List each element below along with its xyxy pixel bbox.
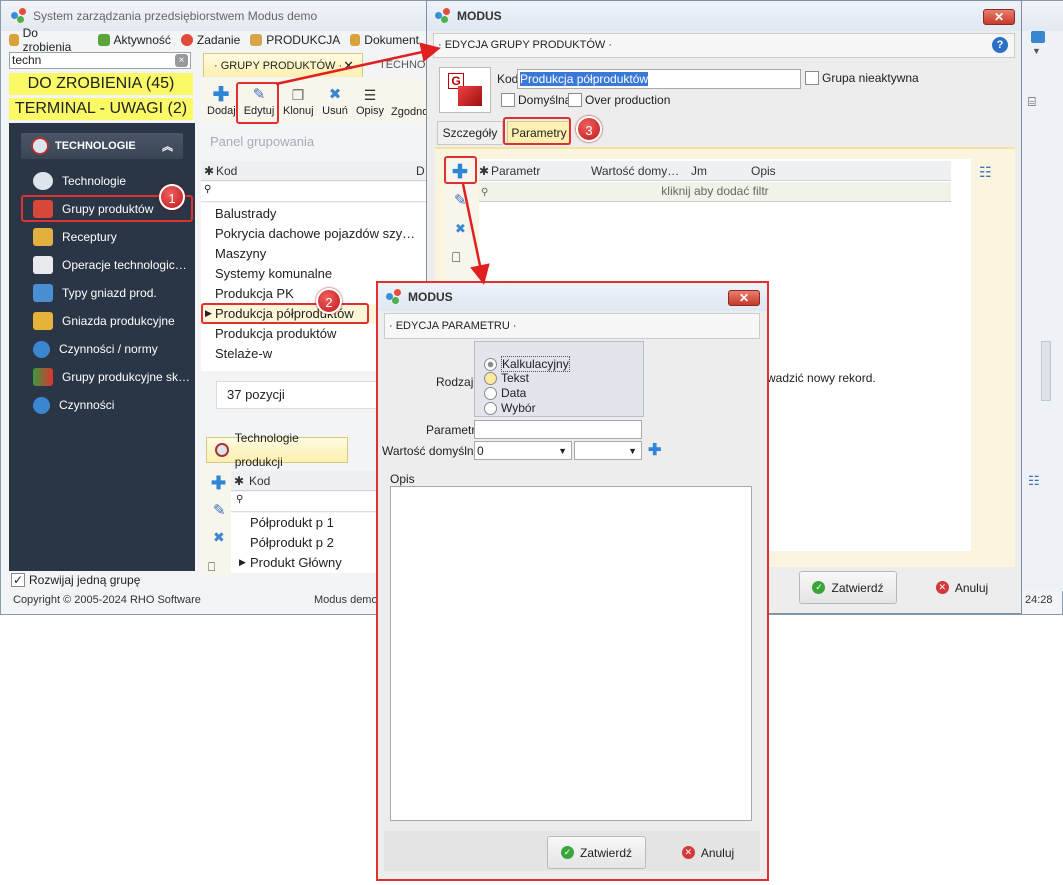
arrows-overlay xyxy=(275,42,490,285)
callout-1: 1 xyxy=(159,184,185,210)
callout-2: 2 xyxy=(316,288,342,314)
callout-3: 3 xyxy=(576,116,602,142)
